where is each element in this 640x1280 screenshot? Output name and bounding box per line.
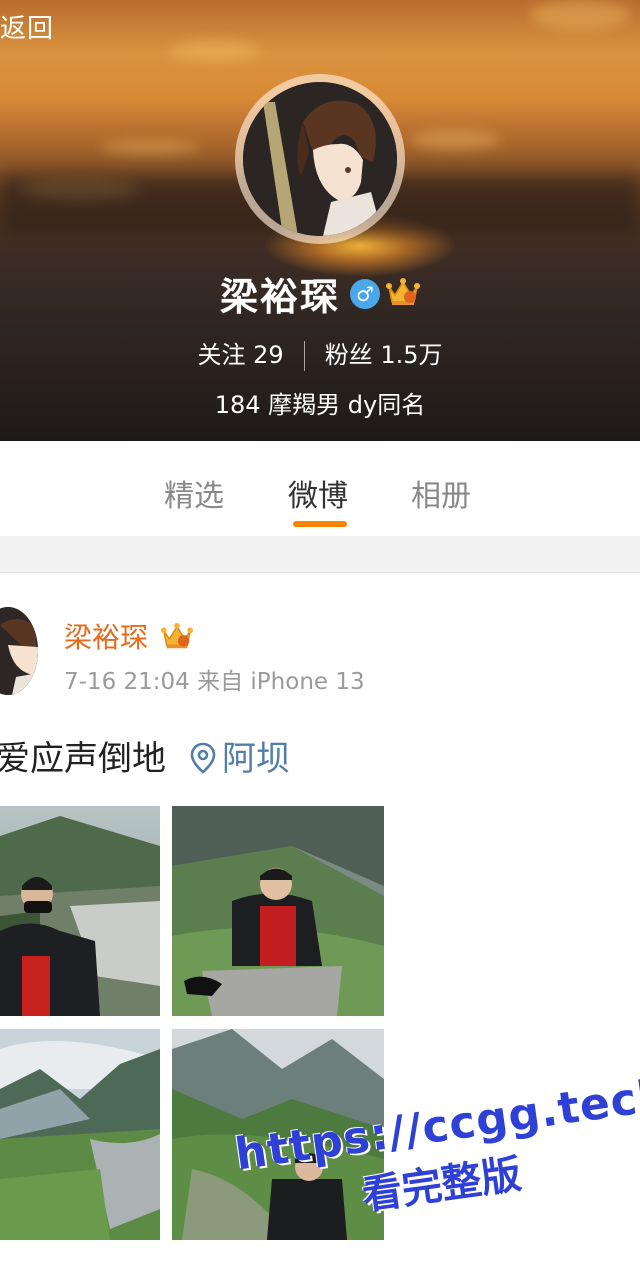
post-photo[interactable] xyxy=(172,806,384,1016)
followers-label: 粉丝 xyxy=(324,341,373,369)
post-meta: 7-16 21:04 来自 iPhone 13 xyxy=(64,669,365,695)
following-count: 29 xyxy=(253,341,284,369)
section-divider xyxy=(0,536,640,573)
profile-bio: 184 摩羯男 dy同名 xyxy=(214,391,426,419)
post-location[interactable]: 阿坝 xyxy=(190,731,290,780)
follow-stats: 关注 29 粉丝 1.5万 xyxy=(0,335,640,371)
tab-weibo[interactable]: 微博 xyxy=(288,471,348,515)
tab-featured[interactable]: 精选 xyxy=(164,471,224,515)
avatar[interactable] xyxy=(243,82,397,236)
cloud xyxy=(410,130,500,150)
gender-male-icon: ♂ xyxy=(350,278,380,309)
tab-album[interactable]: 相册 xyxy=(411,471,471,515)
post-photo[interactable] xyxy=(0,1029,160,1240)
followers-count: 1.5万 xyxy=(380,341,443,369)
profile-name-row: 梁裕琛 ♂ xyxy=(0,266,640,321)
profile-header: 返回 梁裕琛 ♂ 关注 29 粉丝 1.5万 184 摩羯男 dy同名 xyxy=(0,0,640,441)
back-button[interactable]: 返回 xyxy=(0,8,54,45)
post-photo[interactable] xyxy=(0,806,160,1016)
vip-crown-icon[interactable] xyxy=(160,621,193,658)
post-author-row: 梁裕琛 xyxy=(64,616,193,658)
cloud xyxy=(530,0,630,30)
following-label: 关注 xyxy=(197,341,246,369)
location-pin-icon xyxy=(190,742,216,774)
active-tab-indicator xyxy=(293,521,347,527)
post-author-avatar[interactable] xyxy=(0,607,38,695)
cloud xyxy=(170,40,260,62)
followers-stat[interactable]: 粉丝 1.5万 xyxy=(325,341,443,369)
following-stat[interactable]: 关注 29 xyxy=(198,341,284,369)
vip-crown-icon[interactable] xyxy=(386,277,420,311)
location-label: 阿坝 xyxy=(222,739,290,779)
profile-tabs: 精选 微博 相册 xyxy=(0,441,640,537)
profile-name: 梁裕琛 xyxy=(219,275,340,319)
post-author-name[interactable]: 梁裕琛 xyxy=(64,621,148,654)
stats-divider xyxy=(303,341,305,371)
post-text: 爱应声倒地 xyxy=(0,739,166,779)
cloud xyxy=(100,140,200,154)
